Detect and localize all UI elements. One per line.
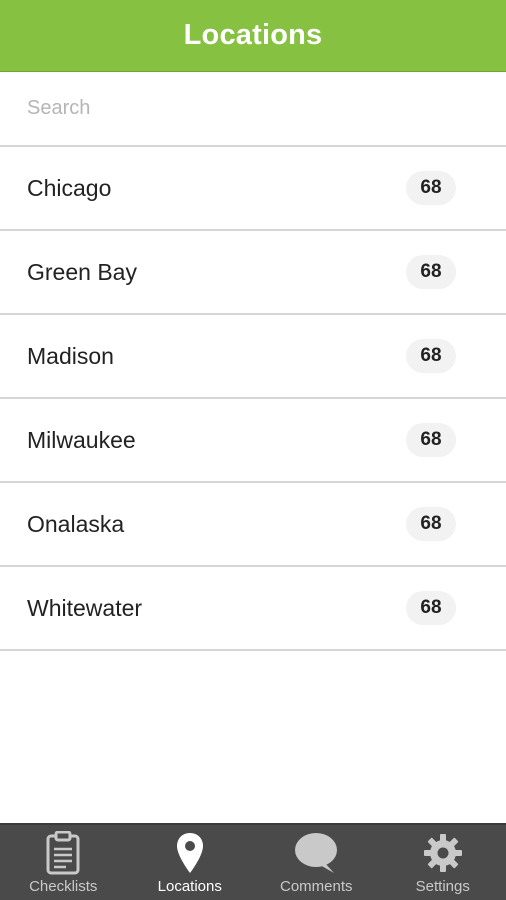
count-badge: 68 — [406, 423, 456, 457]
tab-label: Checklists — [29, 878, 98, 895]
tab-comments[interactable]: Comments — [253, 825, 380, 900]
tab-locations[interactable]: Locations — [127, 825, 254, 900]
page-title: Locations — [183, 19, 323, 51]
count-badge: 68 — [406, 591, 456, 625]
tab-checklists[interactable]: Checklists — [0, 825, 127, 900]
location-item-green-bay[interactable]: Green Bay 68 — [0, 231, 506, 315]
count-badge: 68 — [406, 255, 456, 289]
search-bar — [0, 72, 506, 147]
header-bar: Locations — [0, 0, 506, 72]
count-badge: 68 — [406, 507, 456, 541]
location-name: Chicago — [27, 174, 112, 201]
speech-bubble-icon — [294, 831, 338, 875]
location-item-madison[interactable]: Madison 68 — [0, 315, 506, 399]
location-item-chicago[interactable]: Chicago 68 — [0, 147, 506, 231]
location-item-onalaska[interactable]: Onalaska 68 — [0, 483, 506, 567]
tab-label: Locations — [157, 878, 222, 895]
app-screen: Locations Chicago 68 Green Bay 68 Madiso… — [0, 0, 506, 900]
location-name: Milwaukee — [27, 426, 136, 453]
count-badge: 68 — [406, 171, 456, 205]
count-badge: 68 — [406, 339, 456, 373]
search-input[interactable] — [27, 88, 467, 129]
bottom-tab-bar: Checklists Locations Comments Settings — [0, 823, 506, 900]
gear-icon — [421, 831, 465, 875]
clipboard-icon — [41, 831, 85, 875]
location-item-milwaukee[interactable]: Milwaukee 68 — [0, 399, 506, 483]
tab-label: Comments — [279, 878, 353, 895]
location-name: Onalaska — [27, 510, 125, 537]
location-name: Green Bay — [27, 258, 137, 285]
locations-list: Chicago 68 Green Bay 68 Madison 68 Milwa… — [0, 147, 506, 651]
location-name: Madison — [27, 342, 114, 369]
location-item-whitewater[interactable]: Whitewater 68 — [0, 567, 506, 651]
location-name: Whitewater — [27, 594, 143, 621]
tab-settings[interactable]: Settings — [380, 825, 506, 900]
map-pin-icon — [168, 831, 212, 875]
tab-label: Settings — [415, 878, 470, 895]
